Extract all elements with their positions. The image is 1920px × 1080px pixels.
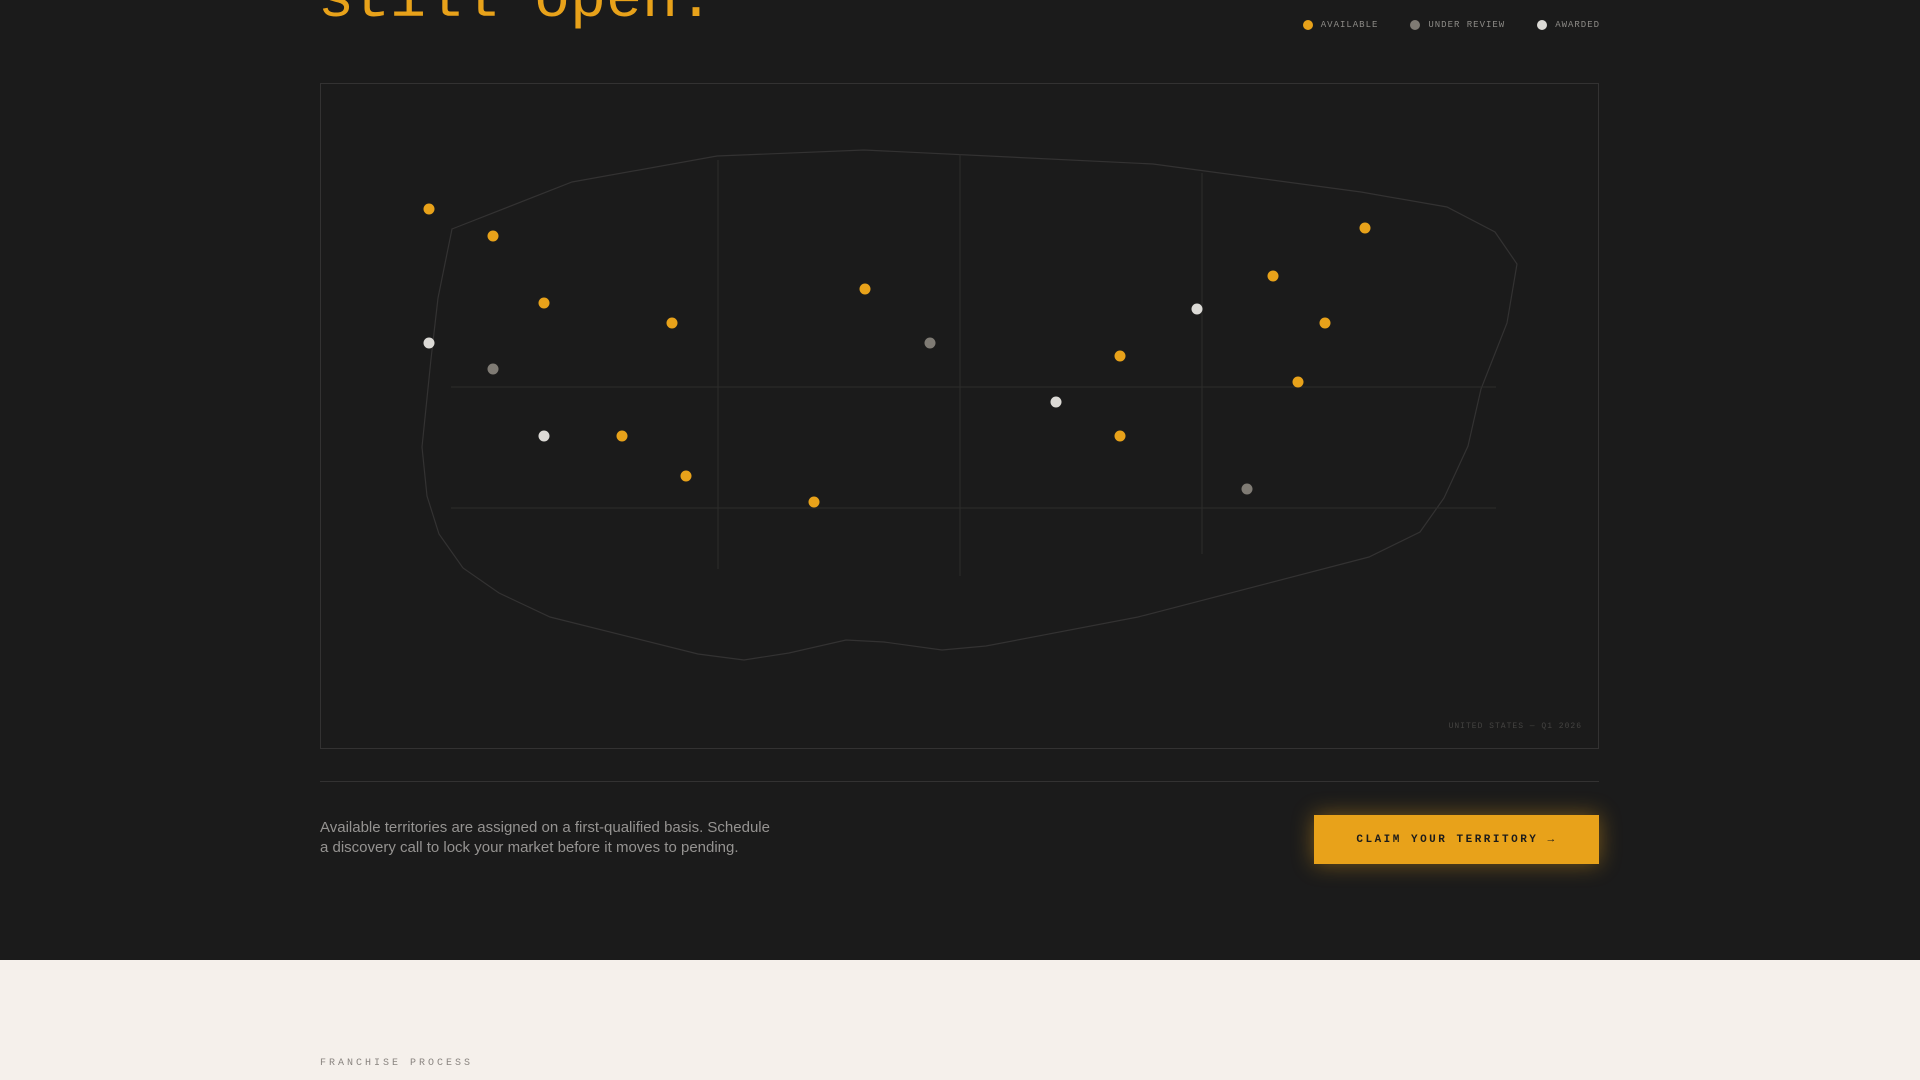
territory-dots [423, 203, 1371, 508]
territory-section: still open. AVAILABLE UNDER REVIEW AWARD… [0, 0, 1920, 960]
headline: still open. [318, 0, 715, 35]
under-review-dot-icon [1410, 20, 1421, 30]
territory-marker-available[interactable] [1114, 350, 1126, 362]
franchise-process-section: FRANCHISE PROCESS [0, 960, 1920, 1080]
legend-label: AVAILABLE [1320, 20, 1379, 30]
map-gridlines [451, 154, 1496, 576]
territory-marker-available[interactable] [666, 317, 678, 329]
territory-marker-available[interactable] [1292, 376, 1304, 388]
territory-marker-available[interactable] [1267, 270, 1279, 282]
available-dot-icon [1302, 20, 1313, 30]
us-outline [421, 149, 1518, 661]
legend-item-under-review: UNDER REVIEW [1410, 20, 1505, 30]
territory-map: UNITED STATES — Q1 2026 [320, 83, 1599, 749]
territory-marker-available[interactable] [616, 430, 628, 442]
map-legend: AVAILABLE UNDER REVIEW AWARDED [1302, 20, 1600, 30]
section-eyebrow: FRANCHISE PROCESS [320, 1058, 474, 1069]
territory-marker-awarded[interactable] [1050, 396, 1062, 408]
territory-marker-available[interactable] [1359, 222, 1371, 234]
territory-marker-available[interactable] [680, 470, 692, 482]
territory-marker-available[interactable] [1114, 430, 1126, 442]
territory-marker-awarded[interactable] [538, 430, 550, 442]
us-map-graphic [421, 149, 1518, 661]
territory-marker-under-review[interactable] [924, 337, 936, 349]
territory-marker-available[interactable] [859, 283, 871, 295]
awarded-dot-icon [1537, 20, 1548, 30]
territory-marker-available[interactable] [423, 203, 435, 215]
legend-item-available: AVAILABLE [1302, 20, 1379, 30]
territory-marker-awarded[interactable] [1191, 303, 1203, 315]
territory-marker-under-review[interactable] [1241, 483, 1253, 495]
territory-marker-available[interactable] [487, 230, 499, 242]
section-divider [320, 781, 1599, 782]
territory-marker-available[interactable] [808, 496, 820, 508]
legend-item-awarded: AWARDED [1537, 20, 1600, 30]
territory-marker-awarded[interactable] [423, 337, 435, 349]
legend-label: AWARDED [1555, 20, 1600, 30]
territory-marker-under-review[interactable] [487, 363, 499, 375]
territory-marker-available[interactable] [1319, 317, 1331, 329]
territory-marker-available[interactable] [538, 297, 550, 309]
cta-description: Available territories are assigned on a … [320, 819, 770, 856]
legend-label: UNDER REVIEW [1428, 20, 1506, 30]
map-caption: UNITED STATES — Q1 2026 [1448, 722, 1582, 731]
claim-territory-button[interactable]: CLAIM YOUR TERRITORY → [1314, 815, 1599, 864]
